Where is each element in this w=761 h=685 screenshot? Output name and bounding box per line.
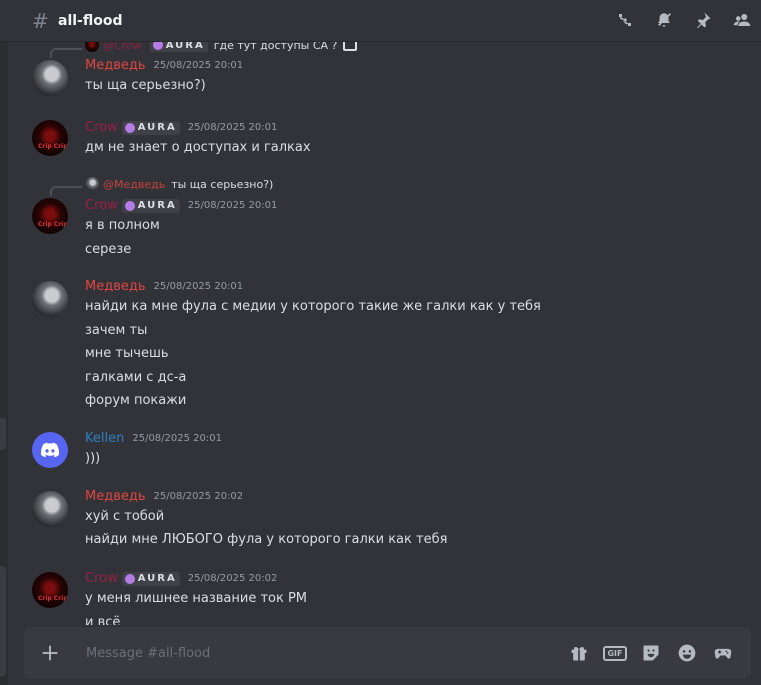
channel-header: # all-flood xyxy=(0,0,761,42)
message-text: ты ща серьезно?) xyxy=(85,78,206,93)
message-meta: Медведь 25/08/2025 20:01 xyxy=(85,58,243,73)
role-tag: AURA xyxy=(121,198,180,213)
reply-preview[interactable]: @Медведь ты ща серьезно?) xyxy=(85,177,273,191)
author-name[interactable]: Медведь xyxy=(85,279,146,294)
message-meta: Медведь 25/08/2025 20:01 xyxy=(85,279,243,294)
avatar[interactable] xyxy=(32,491,68,527)
activities-gamepad-icon[interactable] xyxy=(711,641,735,665)
timestamp: 25/08/2025 20:01 xyxy=(153,60,244,71)
sticker-icon[interactable] xyxy=(639,641,663,665)
timestamp: 25/08/2025 20:01 xyxy=(153,281,244,292)
member-list-icon[interactable] xyxy=(731,9,753,31)
header-toolbar xyxy=(614,9,753,31)
author-name[interactable]: Crow xyxy=(85,571,118,586)
message-list[interactable]: @Crow AURA где тут доступы CA ? Медведь … xyxy=(8,42,761,625)
reply-spine xyxy=(50,186,82,196)
message-meta: Crow AURA 25/08/2025 20:02 xyxy=(85,571,277,586)
discord-logo-icon xyxy=(40,442,60,458)
gift-icon[interactable] xyxy=(567,641,591,665)
message-text: хуй с тобой xyxy=(85,509,165,524)
sidebar-edge-mark xyxy=(0,566,6,676)
emoji-icon[interactable] xyxy=(675,641,699,665)
message-text: серезе xyxy=(85,242,132,257)
channel-name: all-flood xyxy=(58,12,123,29)
message-meta: Crow AURA 25/08/2025 20:01 xyxy=(85,198,277,213)
sidebar-edge xyxy=(0,0,8,685)
message-text: форум покажи xyxy=(85,393,187,408)
message-text: ))) xyxy=(85,451,101,466)
message-text: мне тычешь xyxy=(85,346,169,361)
notification-bell-muted-icon[interactable] xyxy=(653,9,675,31)
message-text: дм не знает о доступах и галках xyxy=(85,140,311,155)
timestamp: 25/08/2025 20:01 xyxy=(187,200,278,211)
message-meta: Crow AURA 25/08/2025 20:01 xyxy=(85,120,277,135)
message-text: я в полном xyxy=(85,218,160,233)
author-name[interactable]: Kellen xyxy=(85,431,124,446)
gif-button[interactable]: GIF xyxy=(603,641,627,665)
avatar[interactable]: Crip Crip xyxy=(32,120,68,156)
avatar[interactable] xyxy=(32,60,68,96)
tag-flame-icon xyxy=(124,200,135,211)
timestamp: 25/08/2025 20:01 xyxy=(187,122,278,133)
author-name[interactable]: Crow xyxy=(85,120,118,135)
reply-author[interactable]: @Медведь xyxy=(103,178,165,191)
avatar[interactable]: Crip Crip xyxy=(32,572,68,608)
tag-flame-icon xyxy=(152,42,163,50)
message-text: найди мне ЛЮБОГО фула у которого галки к… xyxy=(85,532,448,547)
message-text: галками с дс-а xyxy=(85,370,187,385)
tag-flame-icon xyxy=(124,573,135,584)
role-tag: AURA xyxy=(149,42,208,52)
timestamp: 25/08/2025 20:02 xyxy=(153,491,244,502)
sidebar-edge-mark xyxy=(0,418,6,450)
plus-icon xyxy=(42,645,58,661)
reply-avatar xyxy=(85,177,99,191)
reply-text: ты ща серьезно?) xyxy=(171,177,274,191)
message-meta: Медведь 25/08/2025 20:02 xyxy=(85,489,243,504)
avatar[interactable]: Crip Crip xyxy=(32,198,68,234)
role-tag: AURA xyxy=(121,571,180,586)
reply-spine xyxy=(50,48,82,58)
gif-icon: GIF xyxy=(603,645,627,661)
avatar[interactable] xyxy=(32,281,68,317)
message-text: найди ка мне фула с медии у которого так… xyxy=(85,299,541,314)
image-attachment-icon xyxy=(343,42,358,51)
timestamp: 25/08/2025 20:02 xyxy=(187,573,278,584)
role-tag: AURA xyxy=(121,120,180,135)
threads-icon[interactable] xyxy=(614,9,636,31)
message-composer: GIF xyxy=(24,627,751,679)
message-text: зачем ты xyxy=(85,323,148,338)
reply-avatar xyxy=(85,42,99,52)
message-meta: Kellen 25/08/2025 20:01 xyxy=(85,431,222,446)
attach-plus-button[interactable] xyxy=(24,627,76,679)
message-text: у меня лишнее название ток РМ xyxy=(85,591,308,606)
pin-icon[interactable] xyxy=(692,9,714,31)
reply-author[interactable]: @Crow xyxy=(103,42,142,52)
message-text: и всё xyxy=(85,615,121,625)
timestamp: 25/08/2025 20:01 xyxy=(132,433,222,444)
author-name[interactable]: Медведь xyxy=(85,489,146,504)
author-name[interactable]: Медведь xyxy=(85,58,146,73)
reply-preview[interactable]: @Crow AURA где тут доступы CA ? xyxy=(85,42,358,52)
channel-hash-icon: # xyxy=(32,8,49,33)
message-input[interactable] xyxy=(86,635,567,671)
tag-flame-icon xyxy=(124,122,135,133)
author-name[interactable]: Crow xyxy=(85,198,118,213)
avatar[interactable] xyxy=(32,432,68,468)
reply-text: где тут доступы CA ? xyxy=(213,42,338,52)
composer-actions: GIF xyxy=(567,641,735,665)
